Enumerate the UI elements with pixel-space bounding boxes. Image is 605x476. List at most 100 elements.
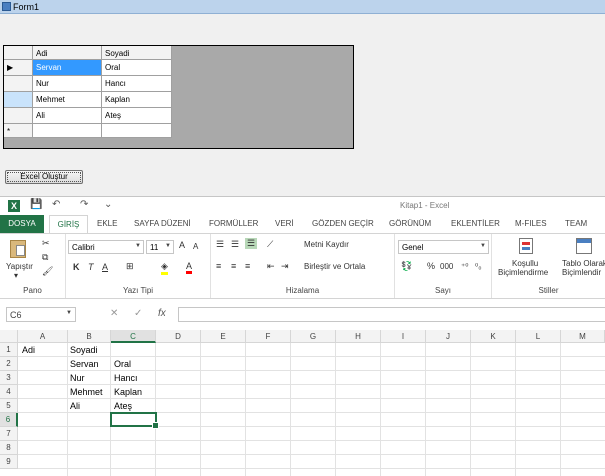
copy-icon[interactable]: ⧉ — [42, 252, 48, 263]
column-header[interactable]: A — [18, 330, 68, 343]
cell-c2[interactable]: Oral — [112, 357, 131, 371]
increase-decimal-icon[interactable]: ⁺⁰ — [461, 262, 468, 271]
grid-cell-soyadi[interactable]: Hancı — [102, 76, 172, 92]
paste-icon[interactable] — [10, 240, 26, 258]
column-header[interactable]: K — [471, 330, 516, 343]
customize-qat-icon[interactable]: ⌄ — [104, 199, 112, 210]
cell-b1[interactable]: Soyadi — [68, 343, 98, 357]
worksheet[interactable]: A B C D E F G H I J K L M 1 2 3 4 5 6 7 … — [0, 330, 605, 476]
decrease-indent-icon[interactable]: ⇤ — [267, 261, 275, 272]
select-all-corner[interactable] — [0, 330, 18, 343]
conditional-formatting-label-2[interactable]: Biçimlendirme — [498, 268, 548, 277]
column-header[interactable]: F — [246, 330, 291, 343]
grid-cell-adi[interactable] — [33, 124, 102, 138]
grow-font-icon[interactable]: A — [179, 240, 185, 250]
row-header[interactable]: 5 — [0, 399, 18, 413]
align-top-icon[interactable]: ☰ — [216, 239, 224, 250]
fill-color-icon[interactable]: ◈ — [161, 261, 168, 275]
align-right-icon[interactable]: ≡ — [245, 261, 250, 271]
accounting-format-icon[interactable]: 💱 — [401, 261, 412, 272]
column-header[interactable]: J — [426, 330, 471, 343]
wrap-text-button[interactable]: Metni Kaydır — [304, 240, 349, 249]
grid-column-header-adi[interactable]: Adi — [33, 46, 102, 60]
conditional-formatting-icon[interactable] — [519, 238, 533, 254]
align-center-icon[interactable]: ≡ — [231, 261, 236, 271]
column-header[interactable]: I — [381, 330, 426, 343]
grid-cell-adi[interactable]: Mehmet — [33, 92, 102, 108]
shrink-font-icon[interactable]: A — [193, 242, 198, 251]
font-size-select[interactable]: 11 ▼ — [146, 240, 174, 254]
align-left-icon[interactable]: ≡ — [216, 261, 221, 271]
tab-addins[interactable]: EKLENTİLER — [451, 219, 500, 228]
align-bottom-icon[interactable]: ☰ — [245, 238, 258, 249]
decrease-decimal-icon[interactable]: ⁰₀ — [475, 262, 482, 271]
grid-row-header[interactable]: ▶ — [4, 60, 33, 76]
tab-file[interactable]: DOSYA — [0, 215, 44, 233]
name-box[interactable]: C6 ▼ — [6, 307, 76, 322]
row-header[interactable]: 9 — [0, 455, 18, 469]
column-header[interactable]: G — [291, 330, 336, 343]
data-grid-view[interactable]: Adi Soyadi ▶ Servan Oral Nur Hancı Mehme… — [3, 45, 354, 149]
row-header[interactable]: 7 — [0, 427, 18, 441]
row-header-selected[interactable]: 6 — [0, 413, 18, 427]
save-icon[interactable]: 💾 — [30, 199, 42, 210]
grid-cell-soyadi[interactable] — [102, 124, 172, 138]
row-header[interactable]: 4 — [0, 385, 18, 399]
comma-style-button[interactable]: 000 — [440, 262, 453, 271]
row-header[interactable]: 8 — [0, 441, 18, 455]
redo-icon[interactable]: ↷ — [80, 199, 88, 210]
align-middle-icon[interactable]: ☰ — [231, 239, 239, 250]
column-header[interactable]: B — [68, 330, 111, 343]
confirm-entry-icon[interactable]: ✓ — [134, 308, 142, 319]
conditional-formatting-label-1[interactable]: Koşullu — [512, 259, 538, 268]
grid-column-header-soyadi[interactable]: Soyadi — [102, 46, 172, 60]
column-header[interactable]: E — [201, 330, 246, 343]
cancel-entry-icon[interactable]: ✕ — [110, 308, 118, 319]
font-family-select[interactable]: Calibri ▼ — [68, 240, 144, 254]
row-header[interactable]: 1 — [0, 343, 18, 357]
grid-cell-soyadi[interactable]: Ateş — [102, 108, 172, 124]
column-header[interactable]: M — [561, 330, 605, 343]
format-as-table-label-2[interactable]: Biçimlendir — [562, 268, 601, 277]
tab-m-files[interactable]: M-FILES — [515, 219, 547, 228]
paste-dropdown-icon[interactable]: ▾ — [14, 271, 18, 280]
column-header[interactable]: L — [516, 330, 561, 343]
excel-app-icon[interactable]: X — [8, 200, 20, 212]
column-header-selected[interactable]: C — [111, 330, 156, 343]
cell-b4[interactable]: Mehmet — [68, 385, 103, 399]
column-header[interactable]: H — [336, 330, 381, 343]
format-as-table-icon[interactable] — [576, 238, 592, 254]
grid-cell-adi[interactable]: Servan — [33, 60, 102, 76]
orientation-icon[interactable]: ⟋ — [267, 239, 273, 250]
tab-home[interactable]: GİRİŞ — [49, 215, 88, 234]
format-as-table-label-1[interactable]: Tablo Olarak — [562, 259, 605, 268]
tab-insert[interactable]: EKLE — [97, 219, 117, 228]
font-color-icon[interactable]: A — [186, 261, 193, 274]
grid-row-header[interactable] — [4, 76, 33, 92]
column-header[interactable]: D — [156, 330, 201, 343]
merge-center-button[interactable]: Birleştir ve Ortala — [304, 262, 365, 271]
grid-corner-header[interactable] — [4, 46, 33, 60]
borders-icon[interactable]: ⊞ — [126, 261, 134, 272]
undo-icon[interactable]: ↶ — [52, 199, 60, 210]
paste-button-label[interactable]: Yapıştır — [6, 262, 33, 271]
cell-c3[interactable]: Hancı — [112, 371, 138, 385]
row-header[interactable]: 2 — [0, 357, 18, 371]
bold-button[interactable]: K — [73, 262, 80, 272]
tab-data[interactable]: VERİ — [275, 219, 294, 228]
increase-indent-icon[interactable]: ⇥ — [281, 261, 289, 272]
cell-a1[interactable]: Adi — [20, 343, 35, 357]
grid-row-header[interactable] — [4, 108, 33, 124]
grid-cell-soyadi[interactable]: Kaplan — [102, 92, 172, 108]
active-cell-c6[interactable] — [110, 412, 159, 429]
grid-new-row-header[interactable]: * — [4, 124, 33, 138]
row-header[interactable]: 3 — [0, 371, 18, 385]
tab-team[interactable]: TEAM — [565, 219, 587, 228]
grid-cell-adi[interactable]: Nur — [33, 76, 102, 92]
percent-style-button[interactable]: % — [427, 261, 435, 271]
number-format-select[interactable]: Genel ▼ — [398, 240, 489, 254]
cell-c4[interactable]: Kaplan — [112, 385, 142, 399]
grid-cell-adi[interactable]: Ali — [33, 108, 102, 124]
cell-b5[interactable]: Ali — [68, 399, 80, 413]
tab-formulas[interactable]: FORMÜLLER — [209, 219, 258, 228]
